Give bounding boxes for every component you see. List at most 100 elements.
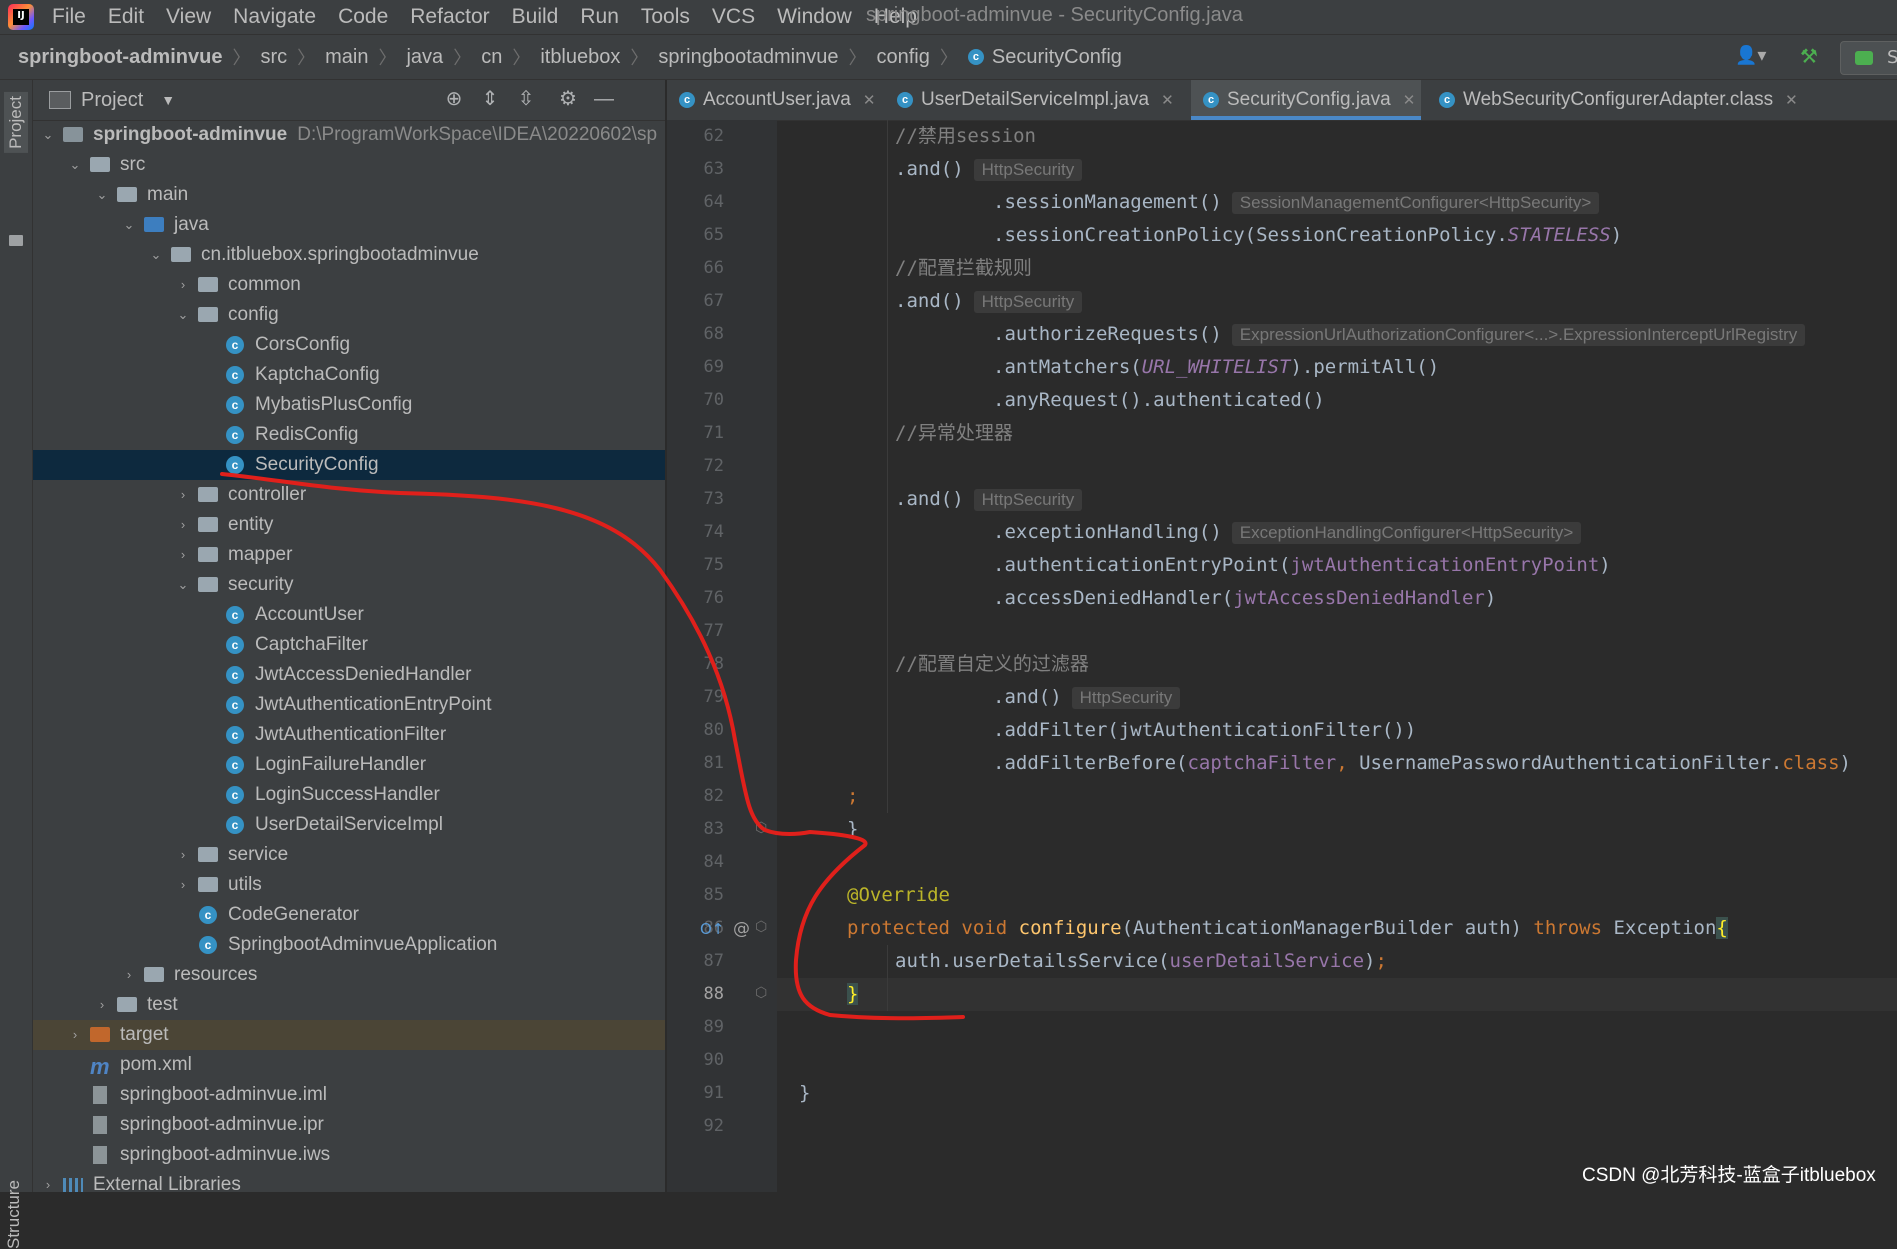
line-number[interactable]: 66 bbox=[667, 258, 724, 278]
tree-item-entity[interactable]: › entity bbox=[33, 510, 665, 540]
chevron-down-icon[interactable]: ⌄ bbox=[176, 300, 190, 330]
run-configuration-selector[interactable]: S bbox=[1840, 41, 1897, 75]
line-number[interactable]: 75 bbox=[667, 555, 724, 575]
code-line[interactable]: .addFilterBefore(captchaFilter, Username… bbox=[993, 747, 1851, 780]
fold-marker-icon[interactable]: ⬡ bbox=[755, 820, 767, 836]
code-line[interactable]: ; bbox=[847, 780, 858, 813]
code-line[interactable]: .sessionManagement() SessionManagementCon… bbox=[993, 186, 1600, 219]
line-number[interactable]: 78 bbox=[667, 654, 724, 674]
tree-item-springbootadminvueapplication[interactable]: c SpringbootAdminvueApplication bbox=[33, 930, 665, 960]
tree-item-jwtaccessdeniedhandler[interactable]: c JwtAccessDeniedHandler bbox=[33, 660, 665, 690]
menu-file[interactable]: File bbox=[52, 5, 86, 29]
close-icon[interactable]: ✕ bbox=[1403, 92, 1416, 109]
tree-item-corsconfig[interactable]: c CorsConfig bbox=[33, 330, 665, 360]
code-line[interactable]: .authenticationEntryPoint(jwtAuthenticat… bbox=[993, 549, 1611, 582]
menu-refactor[interactable]: Refactor bbox=[410, 5, 489, 29]
line-number[interactable]: 91 bbox=[667, 1083, 724, 1103]
tree-item-main[interactable]: ⌄ main bbox=[33, 180, 665, 210]
line-number[interactable]: 62 bbox=[667, 126, 724, 146]
line-number[interactable]: 76 bbox=[667, 588, 724, 608]
chevron-down-icon[interactable]: ⌄ bbox=[41, 120, 55, 150]
breadcrumb-cn[interactable]: cn bbox=[481, 46, 502, 69]
structure-tool-window-tab[interactable]: Structure bbox=[4, 1180, 24, 1249]
tree-item-controller[interactable]: › controller bbox=[33, 480, 665, 510]
line-number[interactable]: 87 bbox=[667, 951, 724, 971]
chevron-right-icon[interactable]: › bbox=[176, 510, 190, 540]
code-line[interactable]: .accessDeniedHandler(jwtAccessDeniedHand… bbox=[993, 582, 1496, 615]
line-number[interactable]: 73 bbox=[667, 489, 724, 509]
chevron-right-icon[interactable]: › bbox=[68, 1020, 82, 1050]
code-line[interactable]: .antMatchers(URL_WHITELIST).permitAll() bbox=[993, 351, 1439, 384]
locate-file-icon[interactable]: ⊕ bbox=[441, 86, 467, 112]
tab-userdetailserviceimpl[interactable]: c UserDetailServiceImpl.java ✕ bbox=[885, 80, 1187, 120]
code-line[interactable]: @Override bbox=[847, 879, 950, 912]
code-line[interactable]: .authorizeRequests() ExpressionUrlAuthori… bbox=[993, 318, 1806, 351]
tree-item-resources[interactable]: › resources bbox=[33, 960, 665, 990]
tab-websecurityconfigureradapter[interactable]: c WebSecurityConfigurerAdapter.class ✕ bbox=[1427, 80, 1827, 120]
tree-item-ipr[interactable]: springboot-adminvue.ipr bbox=[33, 1110, 665, 1140]
line-number[interactable]: 63 bbox=[667, 159, 724, 179]
menu-navigate[interactable]: Navigate bbox=[233, 5, 316, 29]
menu-window[interactable]: Window bbox=[777, 5, 852, 29]
tree-item-package-root[interactable]: ⌄ cn.itbluebox.springbootadminvue bbox=[33, 240, 665, 270]
chevron-right-icon[interactable]: › bbox=[176, 540, 190, 570]
code-line[interactable]: .and() HttpSecurity bbox=[895, 153, 1083, 186]
line-number[interactable]: 79 bbox=[667, 687, 724, 707]
menu-code[interactable]: Code bbox=[338, 5, 388, 29]
line-number[interactable]: 64 bbox=[667, 192, 724, 212]
tree-item-accountuser[interactable]: c AccountUser bbox=[33, 600, 665, 630]
tree-item-loginfailurehandler[interactable]: c LoginFailureHandler bbox=[33, 750, 665, 780]
close-icon[interactable]: ✕ bbox=[863, 92, 876, 109]
line-number[interactable]: 72 bbox=[667, 456, 724, 476]
code-line[interactable]: } bbox=[847, 978, 859, 1011]
tree-item-mapper[interactable]: › mapper bbox=[33, 540, 665, 570]
line-number[interactable]: 68 bbox=[667, 324, 724, 344]
tree-item-test[interactable]: › test bbox=[33, 990, 665, 1020]
code-line[interactable]: } bbox=[799, 1077, 810, 1110]
chevron-down-icon[interactable]: ⌄ bbox=[68, 150, 82, 180]
breadcrumb-springbootadminvue[interactable]: springbootadminvue bbox=[658, 46, 838, 69]
line-number[interactable]: 65 bbox=[667, 225, 724, 245]
implements-method-icon[interactable]: O↑ bbox=[700, 920, 724, 938]
breadcrumb-project[interactable]: springboot-adminvue bbox=[18, 46, 222, 69]
tree-item-utils[interactable]: › utils bbox=[33, 870, 665, 900]
tree-item-jwtauthenticationentrypoint[interactable]: c JwtAuthenticationEntryPoint bbox=[33, 690, 665, 720]
code-line[interactable]: .exceptionHandling() ExceptionHandlingCon… bbox=[993, 516, 1582, 549]
line-number[interactable]: 77 bbox=[667, 621, 724, 641]
project-panel-title[interactable]: Project bbox=[81, 89, 143, 112]
tree-item-config[interactable]: ⌄ config bbox=[33, 300, 665, 330]
line-number[interactable]: 74 bbox=[667, 522, 724, 542]
tree-item-iws[interactable]: springboot-adminvue.iws bbox=[33, 1140, 665, 1170]
tree-item-kaptchaconfig[interactable]: c KaptchaConfig bbox=[33, 360, 665, 390]
line-number[interactable]: 84 bbox=[667, 852, 724, 872]
breadcrumb-securityconfig[interactable]: SecurityConfig bbox=[992, 46, 1122, 69]
tab-accountuser[interactable]: c AccountUser.java ✕ bbox=[667, 80, 879, 120]
breadcrumb-java[interactable]: java bbox=[406, 46, 443, 69]
chevron-down-icon[interactable]: ⌄ bbox=[122, 210, 136, 240]
menu-view[interactable]: View bbox=[166, 5, 211, 29]
tab-securityconfig[interactable]: c SecurityConfig.java ✕ bbox=[1191, 80, 1421, 120]
tree-item-codegenerator[interactable]: c CodeGenerator bbox=[33, 900, 665, 930]
chevron-down-icon[interactable]: ⌄ bbox=[95, 180, 109, 210]
breadcrumb-itbluebox[interactable]: itbluebox bbox=[540, 46, 620, 69]
tree-item-project-root[interactable]: ⌄ springboot-adminvue D:\ProgramWorkSpace… bbox=[33, 120, 665, 150]
line-number[interactable]: 82 bbox=[667, 786, 724, 806]
breadcrumb-main[interactable]: main bbox=[325, 46, 368, 69]
chevron-down-icon[interactable]: ⌄ bbox=[176, 570, 190, 600]
chevron-down-icon[interactable]: ▼ bbox=[161, 92, 175, 108]
tree-item-common[interactable]: › common bbox=[33, 270, 665, 300]
chevron-right-icon[interactable]: › bbox=[122, 960, 136, 990]
code-line[interactable]: .and() HttpSecurity bbox=[895, 483, 1083, 516]
tree-item-captchafilter[interactable]: c CaptchaFilter bbox=[33, 630, 665, 660]
line-number[interactable]: 70 bbox=[667, 390, 724, 410]
line-number[interactable]: 83 bbox=[667, 819, 724, 839]
tree-item-service[interactable]: › service bbox=[33, 840, 665, 870]
code-line[interactable]: protected void configure(AuthenticationM… bbox=[847, 912, 1728, 945]
code-line[interactable]: .and() HttpSecurity bbox=[895, 285, 1083, 318]
hide-panel-icon[interactable]: — bbox=[591, 86, 617, 112]
line-number[interactable]: 71 bbox=[667, 423, 724, 443]
line-number[interactable]: 89 bbox=[667, 1017, 724, 1037]
tree-item-redisconfig[interactable]: c RedisConfig bbox=[33, 420, 665, 450]
line-number[interactable]: 81 bbox=[667, 753, 724, 773]
tree-item-loginsuccesshandler[interactable]: c LoginSuccessHandler bbox=[33, 780, 665, 810]
